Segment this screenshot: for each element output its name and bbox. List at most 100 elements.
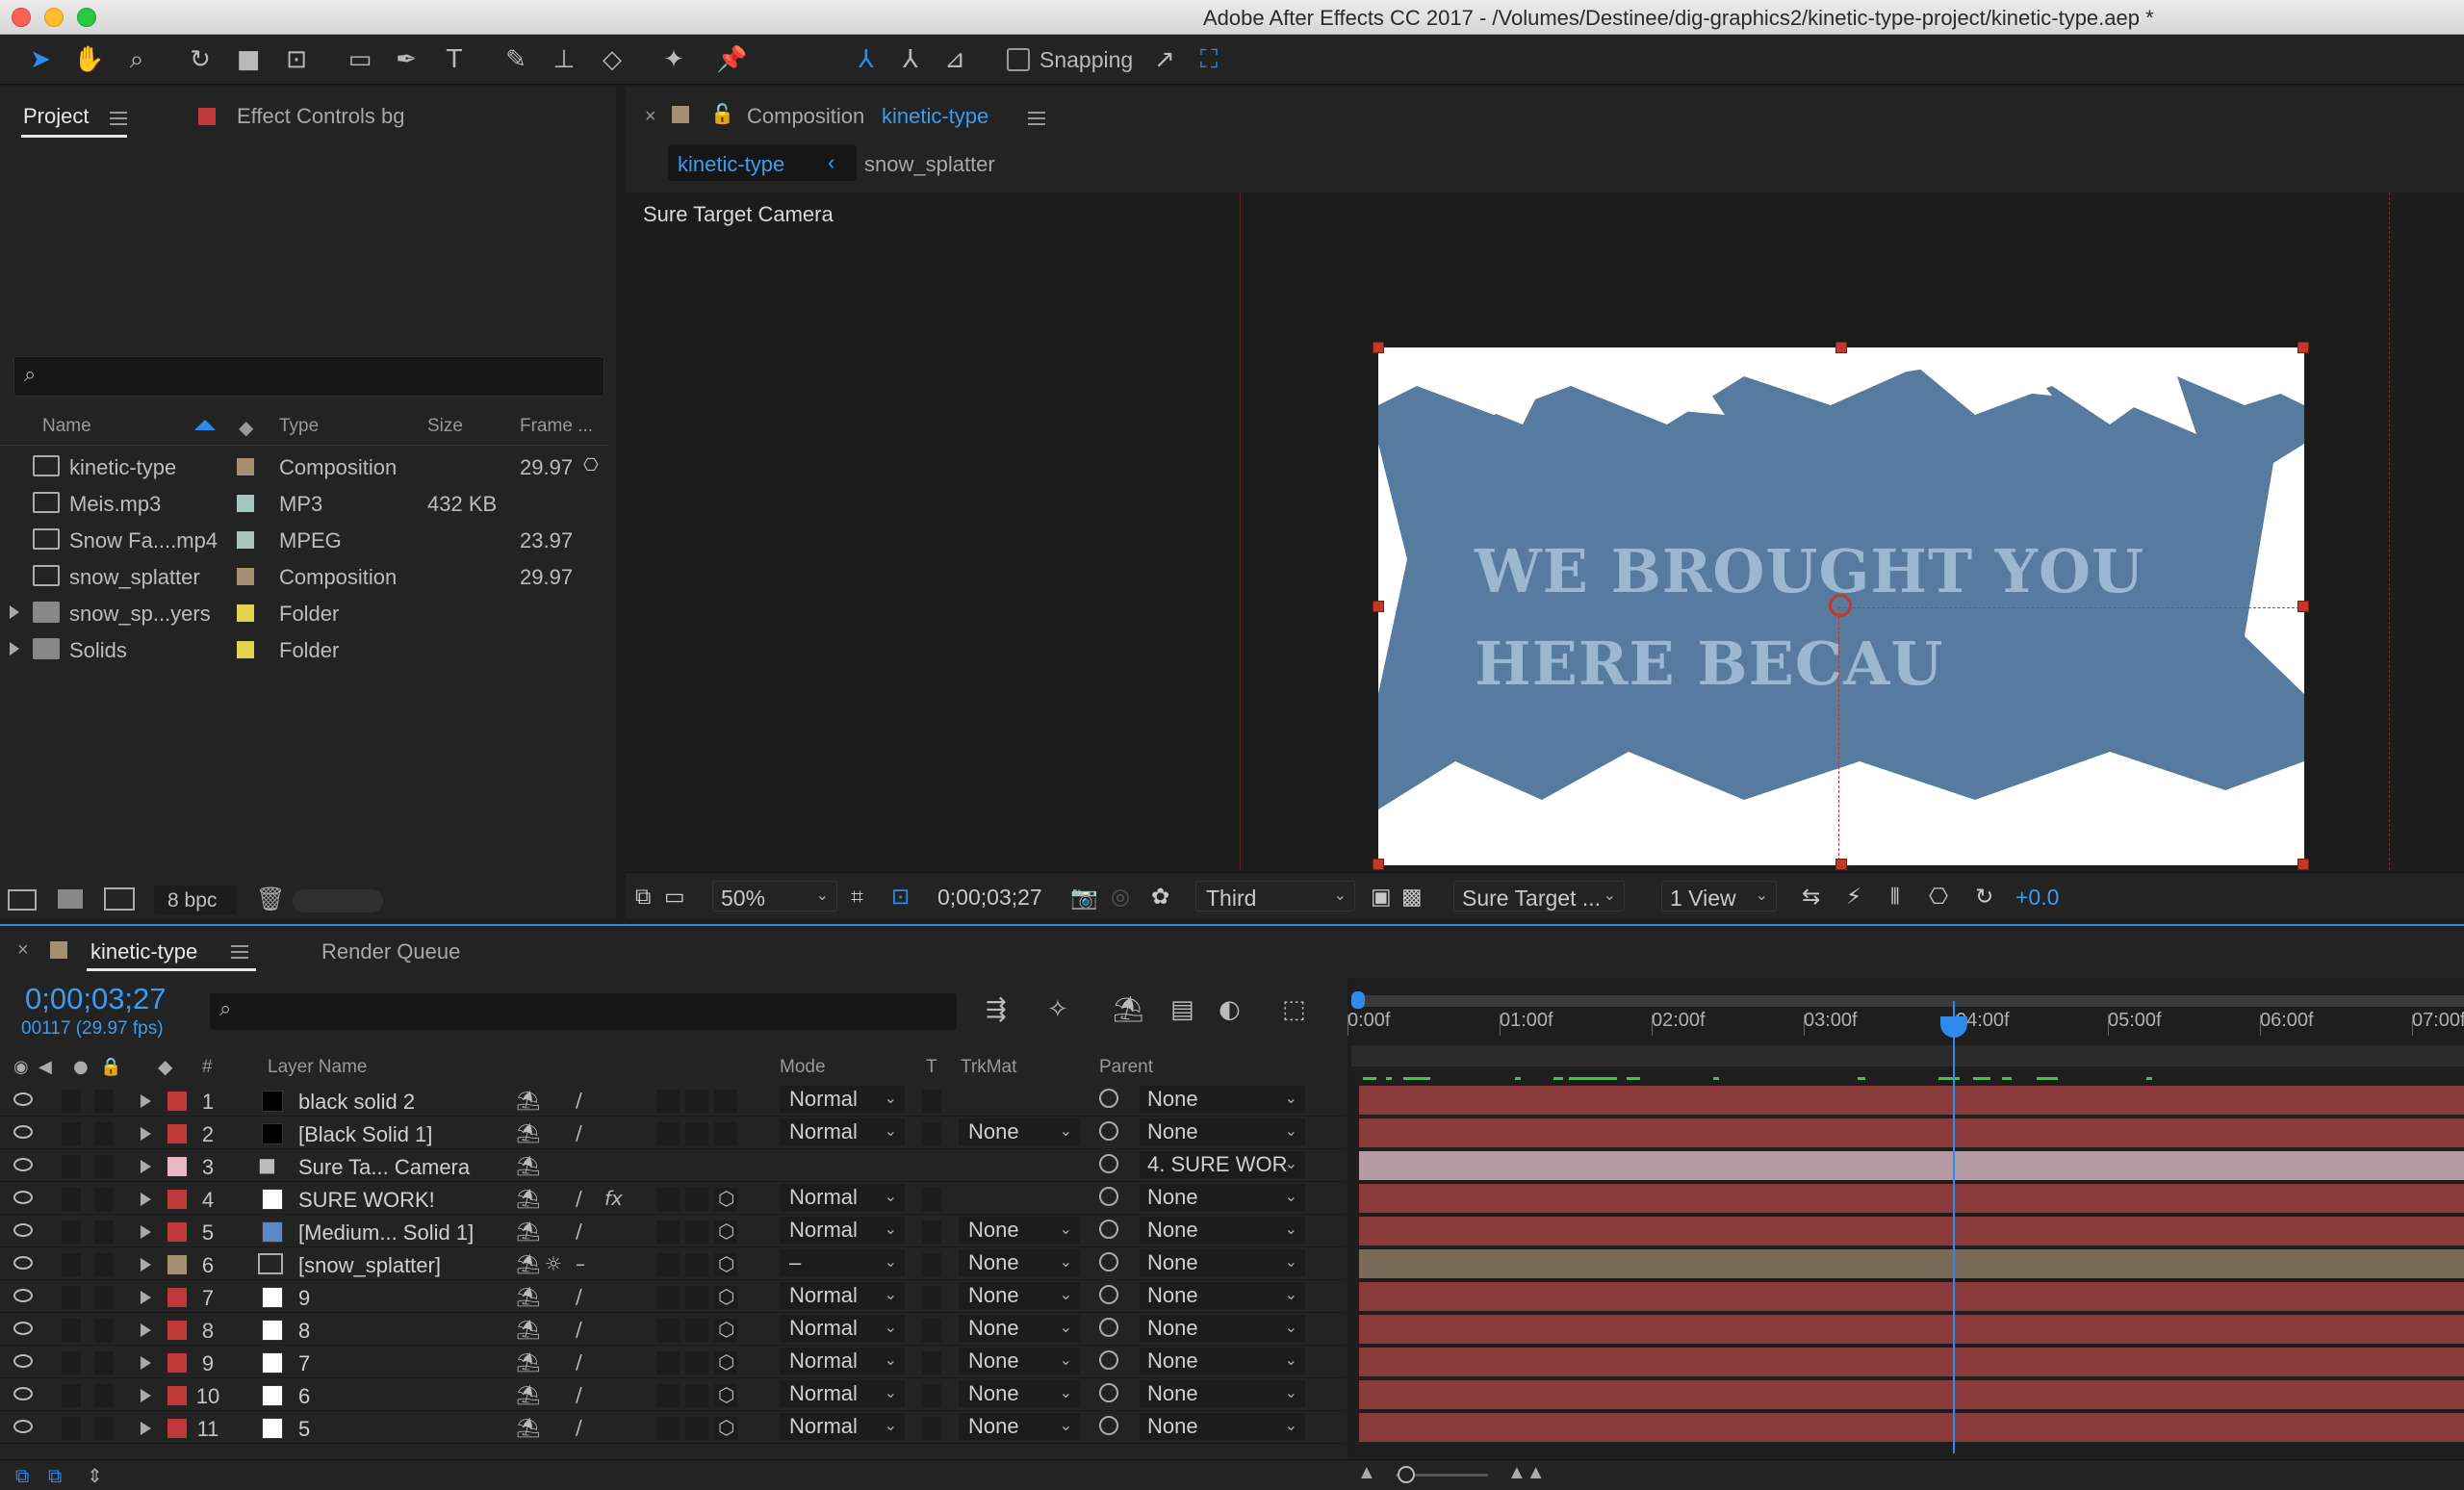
preserve-transparency-switch[interactable] bbox=[922, 1122, 941, 1145]
parent-pick-whip-icon[interactable] bbox=[1099, 1220, 1118, 1239]
shy-switch-icon[interactable]: ⛱ bbox=[516, 1089, 540, 1112]
shy-switch-icon[interactable]: ⛱ bbox=[516, 1350, 540, 1374]
project-item[interactable]: snow_sp...yers Folder bbox=[0, 594, 608, 630]
parent-dropdown[interactable]: None ⌄ bbox=[1140, 1249, 1305, 1276]
visibility-eye-icon[interactable] bbox=[13, 1420, 33, 1433]
close-tab-icon[interactable]: × bbox=[17, 939, 29, 962]
zoom-window-button[interactable] bbox=[77, 8, 96, 27]
transform-handle[interactable] bbox=[2297, 601, 2309, 612]
transfer-controls-toggle-icon[interactable]: ⧉ bbox=[48, 1464, 62, 1487]
comp-tab-name[interactable]: kinetic-type bbox=[882, 104, 988, 129]
parent-pick-whip-icon[interactable] bbox=[1099, 1154, 1118, 1173]
solo-switch[interactable] bbox=[62, 1417, 81, 1440]
motion-blur-icon[interactable]: ◐ bbox=[1219, 995, 1241, 1024]
layer-label-swatch[interactable] bbox=[167, 1386, 187, 1405]
frame-blend-switch[interactable] bbox=[656, 1253, 680, 1276]
region-of-interest-icon[interactable]: ⌗ bbox=[851, 885, 863, 910]
3d-layer-cube-icon[interactable]: ⬡ bbox=[718, 1285, 734, 1308]
layer-name[interactable]: 6 bbox=[298, 1384, 310, 1409]
project-item[interactable]: Snow Fa....mp4 MPEG 23.97 bbox=[0, 521, 608, 557]
flowchart-icon[interactable]: ⎔ bbox=[583, 455, 599, 475]
rotation-tool-icon[interactable]: ↻ bbox=[185, 44, 216, 75]
label-swatch[interactable] bbox=[237, 604, 254, 622]
track-matte-dropdown[interactable]: None ⌄ bbox=[959, 1348, 1080, 1374]
flowchart-icon[interactable]: ⎔ bbox=[1929, 885, 1948, 910]
quality-switch-icon[interactable]: – bbox=[576, 1252, 585, 1275]
layer-label-swatch[interactable] bbox=[167, 1321, 187, 1340]
lock-switch[interactable] bbox=[94, 1286, 114, 1309]
lock-switch[interactable] bbox=[94, 1253, 114, 1276]
expand-triangle-icon[interactable] bbox=[141, 1291, 151, 1304]
project-item[interactable]: Solids Folder bbox=[0, 630, 608, 667]
transform-handle[interactable] bbox=[1373, 859, 1384, 870]
collapse-transformations-icon[interactable]: ☼ bbox=[545, 1252, 562, 1275]
layer-row[interactable]: 11 5 ⛱ / ⬡ Normal ⌄ None ⌄ None ⌄ bbox=[0, 1411, 1346, 1444]
hand-tool-icon[interactable]: ✋ bbox=[73, 44, 104, 75]
layer-name[interactable]: 8 bbox=[298, 1319, 310, 1344]
comp-mini-flowchart-icon[interactable]: ⇶ bbox=[986, 995, 1007, 1024]
parent-dropdown[interactable]: None ⌄ bbox=[1140, 1217, 1305, 1244]
motion-blur-switch[interactable] bbox=[685, 1253, 708, 1276]
expand-triangle-icon[interactable] bbox=[141, 1193, 151, 1206]
layer-row[interactable]: 3 ■ Sure Ta... Camera ⛱ 4. SURE WOR ⌄ bbox=[0, 1149, 1346, 1182]
frame-blend-switch[interactable] bbox=[656, 1319, 680, 1342]
parent-dropdown[interactable]: None ⌄ bbox=[1140, 1315, 1305, 1342]
new-composition-icon[interactable] bbox=[104, 887, 135, 911]
project-item[interactable]: kinetic-type Composition 29.97 ⎔ bbox=[0, 448, 608, 484]
parent-pick-whip-icon[interactable] bbox=[1099, 1318, 1118, 1337]
zoom-slider-thumb[interactable] bbox=[1398, 1466, 1415, 1483]
layer-row[interactable]: 4 SURE WORK! ⛱ / fx ⬡ Normal ⌄ None ⌄ bbox=[0, 1182, 1346, 1215]
project-item[interactable]: Meis.mp3 MP3 432 KB bbox=[0, 484, 608, 521]
close-tab-icon[interactable]: × bbox=[645, 106, 656, 128]
parent-dropdown[interactable]: None ⌄ bbox=[1140, 1413, 1305, 1440]
view-layout-dropdown[interactable]: 1 View ⌄ bbox=[1661, 881, 1777, 912]
blend-mode-dropdown[interactable]: Normal ⌄ bbox=[780, 1086, 905, 1113]
anchor-point-icon[interactable] bbox=[1829, 594, 1852, 617]
track-matte-dropdown[interactable]: None ⌄ bbox=[959, 1315, 1080, 1342]
type-tool-icon[interactable]: T bbox=[439, 44, 470, 75]
quality-switch-icon[interactable]: / bbox=[576, 1318, 582, 1341]
exposure-value[interactable]: +0.0 bbox=[2015, 885, 2059, 911]
column-trkmat[interactable]: TrkMat bbox=[961, 1057, 1016, 1078]
layer-row[interactable]: 2 [Black Solid 1] ⛱ / Normal ⌄ None ⌄ None ⌄ bbox=[0, 1117, 1346, 1149]
shy-switch-icon[interactable]: ⛱ bbox=[516, 1416, 540, 1439]
rectangle-tool-icon[interactable]: ▭ bbox=[345, 44, 375, 75]
layer-label-swatch[interactable] bbox=[167, 1092, 187, 1111]
layer-row[interactable]: 9 7 ⛱ / ⬡ Normal ⌄ None ⌄ None ⌄ bbox=[0, 1346, 1346, 1378]
3d-layer-cube-icon[interactable]: ⬡ bbox=[718, 1220, 734, 1243]
comp-panel-menu-icon[interactable] bbox=[1028, 112, 1045, 125]
show-snapshot-icon[interactable]: ◎ bbox=[1111, 885, 1130, 910]
column-number[interactable]: # bbox=[202, 1057, 213, 1078]
shy-switch-icon[interactable]: ⛱ bbox=[516, 1187, 540, 1210]
lock-switch[interactable] bbox=[94, 1417, 114, 1440]
quality-switch-icon[interactable]: / bbox=[576, 1383, 582, 1406]
layer-label-swatch[interactable] bbox=[167, 1255, 187, 1274]
timeline-panel-menu-icon[interactable] bbox=[231, 945, 248, 959]
layer-label-swatch[interactable] bbox=[167, 1419, 187, 1438]
motion-blur-switch[interactable] bbox=[685, 1220, 708, 1244]
layer-row[interactable]: 8 8 ⛱ / ⬡ Normal ⌄ None ⌄ None ⌄ bbox=[0, 1313, 1346, 1346]
layer-row[interactable]: 7 9 ⛱ / ⬡ Normal ⌄ None ⌄ None ⌄ bbox=[0, 1280, 1346, 1313]
lock-switch[interactable] bbox=[94, 1384, 114, 1407]
selection-tool-icon[interactable]: ➤ bbox=[25, 44, 56, 75]
parent-pick-whip-icon[interactable] bbox=[1099, 1416, 1118, 1435]
shy-switch-icon[interactable]: ⛱ bbox=[516, 1121, 540, 1144]
parent-pick-whip-icon[interactable] bbox=[1099, 1350, 1118, 1370]
parent-dropdown[interactable]: None ⌄ bbox=[1140, 1086, 1305, 1113]
blend-mode-dropdown[interactable]: Normal ⌄ bbox=[780, 1348, 905, 1374]
track-matte-dropdown[interactable]: None ⌄ bbox=[959, 1282, 1080, 1309]
layer-label-swatch[interactable] bbox=[167, 1157, 187, 1176]
tab-timeline-comp[interactable]: kinetic-type bbox=[90, 939, 197, 964]
always-preview-icon[interactable]: ⧉ bbox=[635, 885, 651, 910]
solo-switch[interactable] bbox=[62, 1319, 81, 1342]
layer-duration-bar[interactable] bbox=[1359, 1413, 2464, 1442]
column-parent[interactable]: Parent bbox=[1099, 1057, 1153, 1078]
column-size[interactable]: Size bbox=[427, 416, 463, 437]
column-name[interactable]: Name bbox=[42, 416, 91, 437]
frame-blend-switch[interactable] bbox=[656, 1122, 680, 1145]
layer-name[interactable]: SURE WORK! bbox=[298, 1188, 435, 1213]
reset-exposure-icon[interactable]: ↻ bbox=[1975, 885, 1993, 910]
pen-tool-icon[interactable]: ✒ bbox=[391, 44, 422, 75]
resolution-dropdown[interactable]: Third ⌄ bbox=[1195, 881, 1355, 912]
roto-brush-tool-icon[interactable]: ✦ bbox=[658, 44, 689, 75]
